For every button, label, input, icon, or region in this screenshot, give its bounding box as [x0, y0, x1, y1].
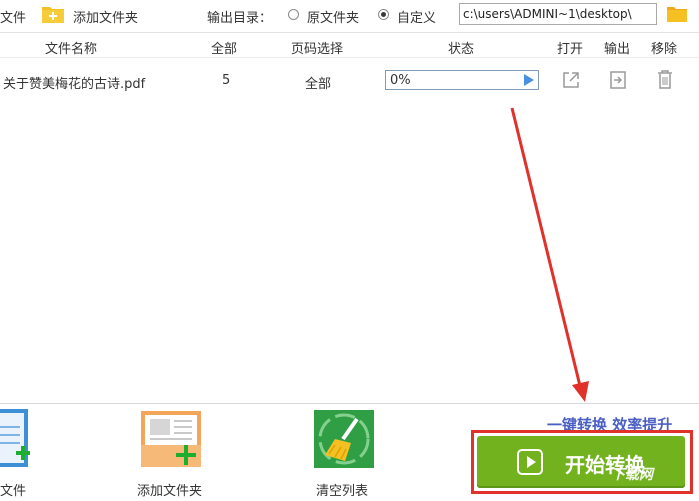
- clear-list-broom-icon[interactable]: [313, 409, 375, 469]
- start-convert-button[interactable]: 开始转换 下载网: [477, 436, 685, 488]
- clear-list-label[interactable]: 清空列表: [316, 480, 368, 499]
- add-file-large-icon[interactable]: [0, 409, 30, 469]
- add-file-bottom-label[interactable]: 文件: [0, 480, 26, 499]
- bottom-divider: [0, 403, 699, 404]
- add-folder-bottom-label[interactable]: 添加文件夹: [137, 480, 202, 499]
- watermark-text: 下载网: [611, 467, 653, 483]
- add-folder-large-icon[interactable]: [140, 409, 202, 469]
- play-icon: [517, 449, 543, 475]
